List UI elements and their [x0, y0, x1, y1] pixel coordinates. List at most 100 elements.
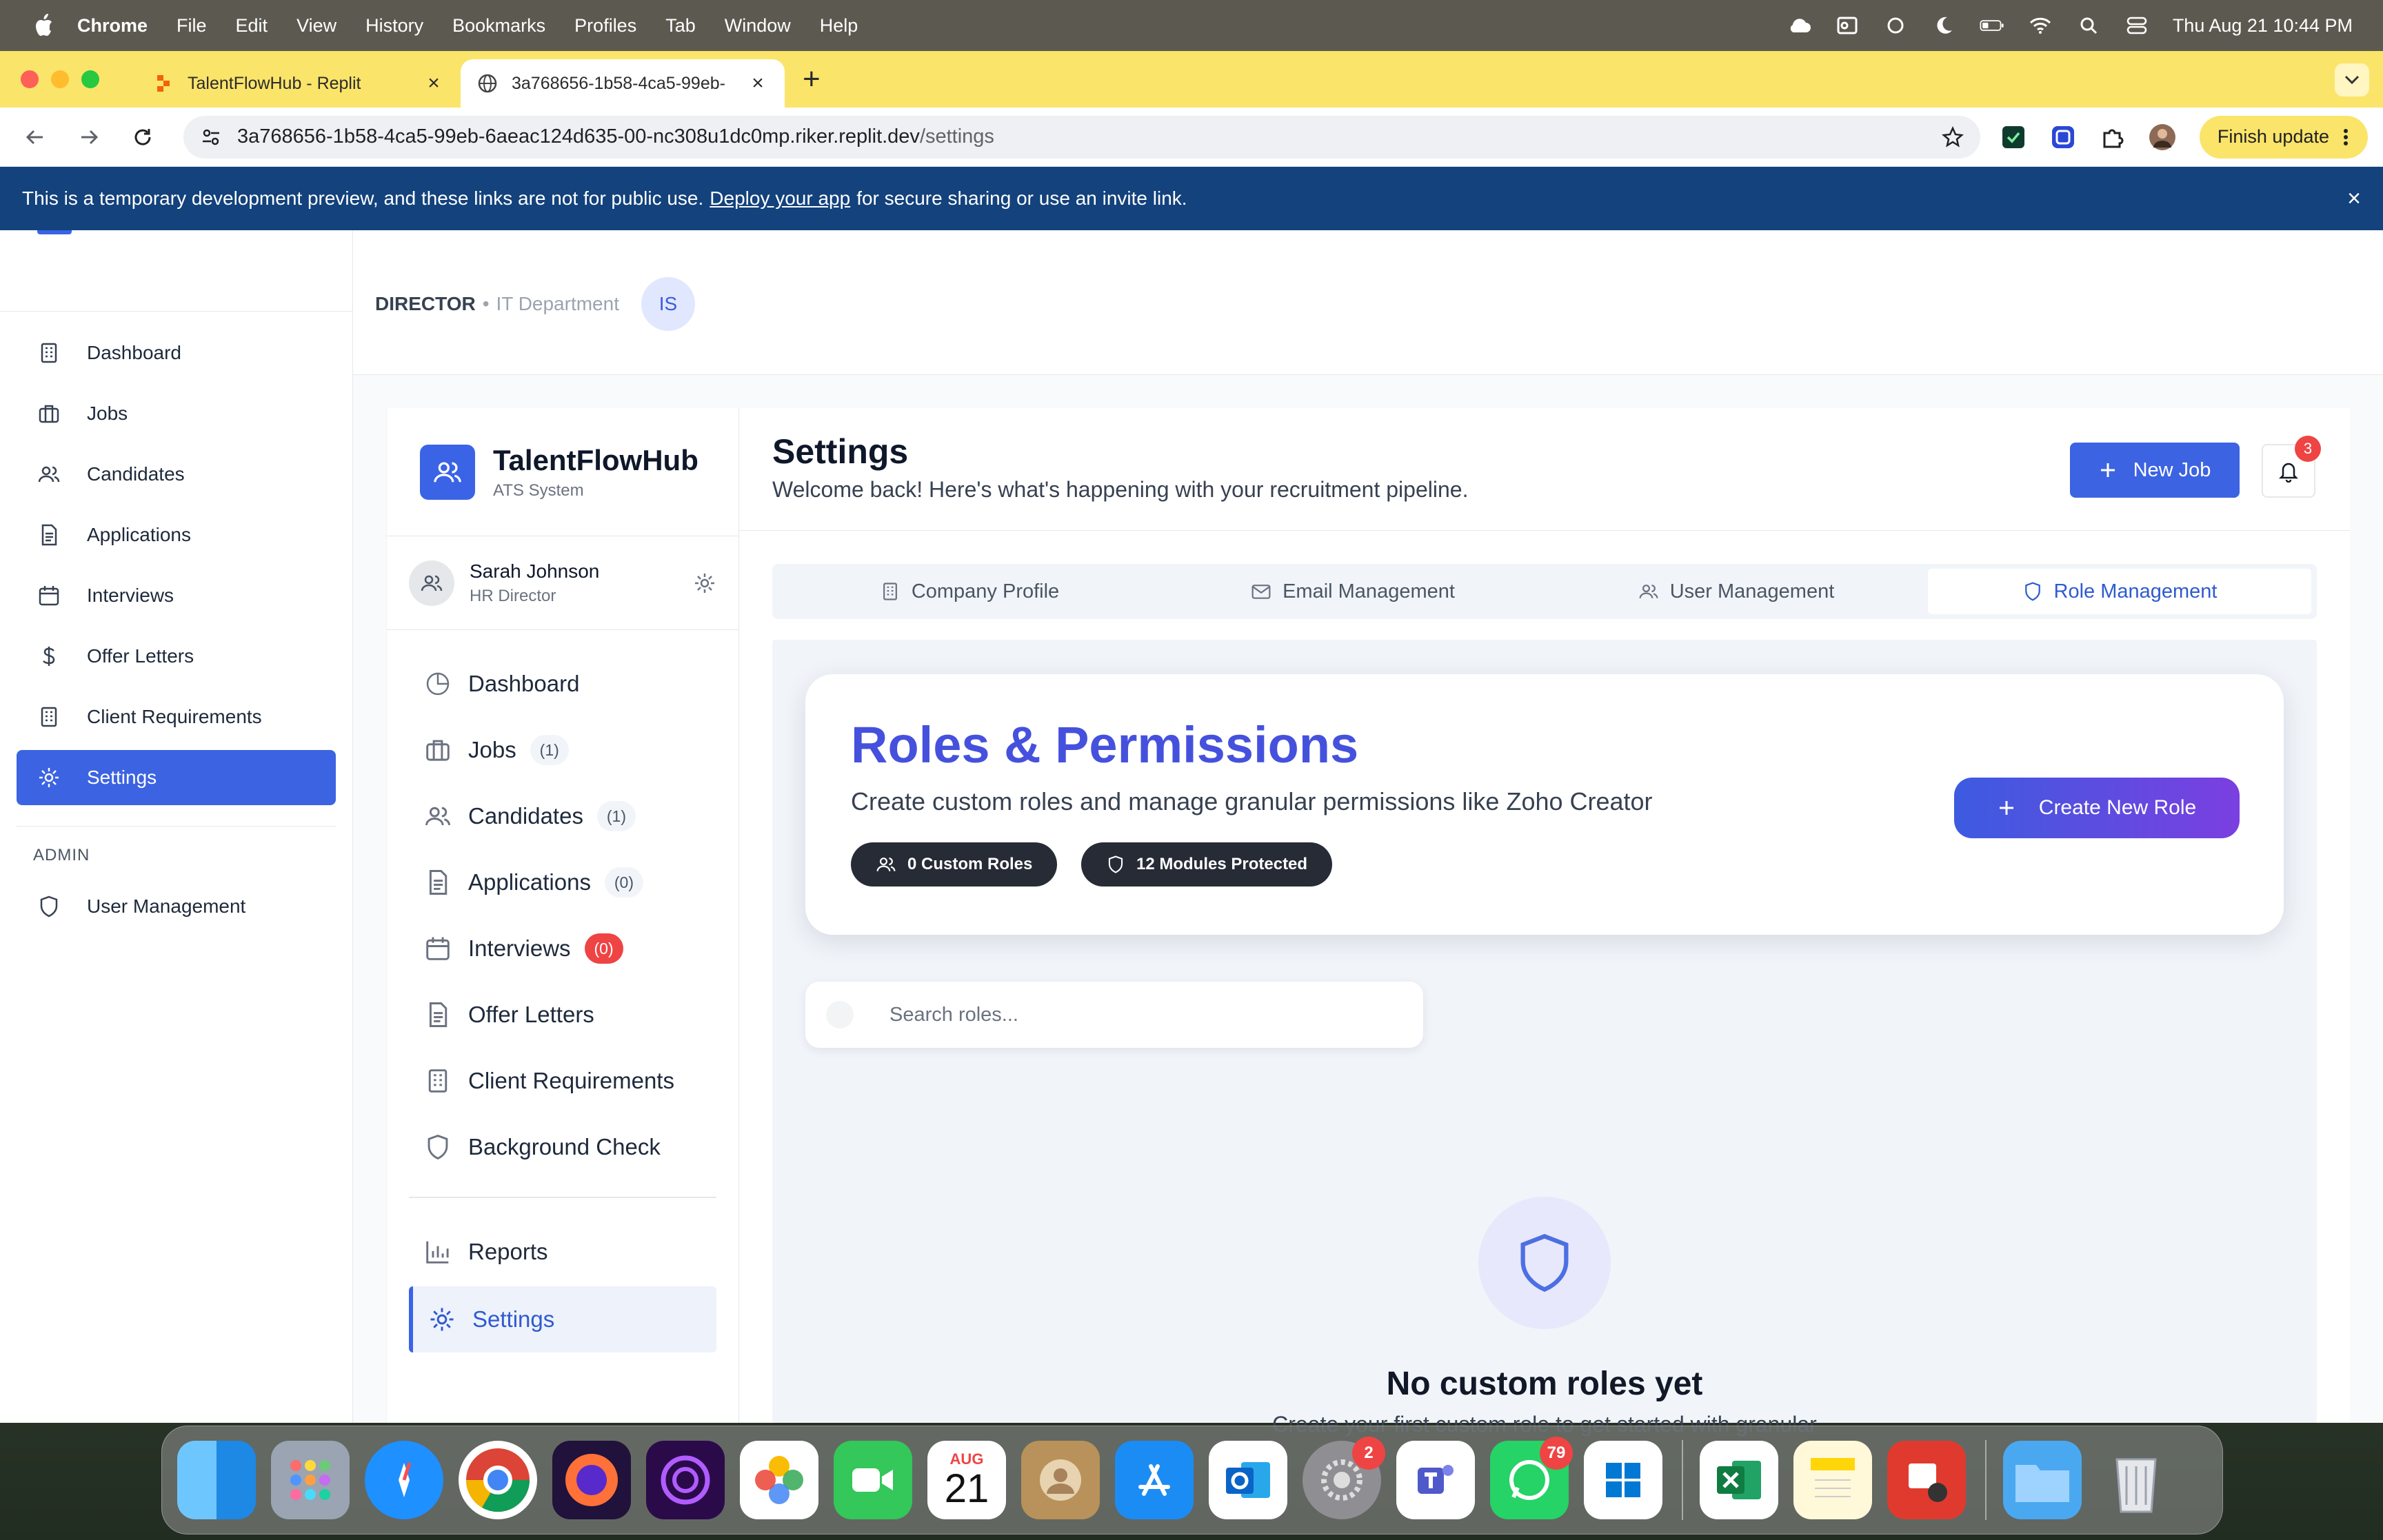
nav-item-label: Client Requirements	[468, 1068, 674, 1093]
close-tab-icon[interactable]: ×	[423, 72, 444, 95]
safari-app-icon[interactable]	[365, 1441, 443, 1519]
close-banner-icon[interactable]: ×	[2347, 185, 2361, 212]
tab-user-management[interactable]: User Management	[1545, 569, 1928, 614]
windows-app-icon[interactable]	[1584, 1441, 1662, 1519]
avatar[interactable]: IS	[641, 277, 695, 331]
maximize-window-button[interactable]	[81, 70, 99, 88]
nav-item-applications[interactable]: Applications (0)	[409, 849, 716, 915]
new-tab-button[interactable]: +	[803, 62, 821, 97]
menu-file[interactable]: File	[177, 15, 207, 37]
menu-tab[interactable]: Tab	[665, 15, 696, 37]
firefox-app-icon[interactable]	[552, 1441, 631, 1519]
browser-tab-preview[interactable]: 3a768656-1b58-4ca5-99eb- ×	[461, 59, 785, 108]
calendar-app-icon[interactable]: AUG 21	[927, 1441, 1006, 1519]
app-store-app-icon[interactable]	[1115, 1441, 1194, 1519]
notifications-button[interactable]: 3	[2262, 436, 2321, 498]
browser-tab-replit[interactable]: TalentFlowHub - Replit ×	[137, 59, 461, 108]
menu-help[interactable]: Help	[820, 15, 858, 37]
weather-icon[interactable]	[1883, 13, 1908, 38]
sidebar-item-candidates[interactable]: Candidates	[17, 447, 336, 502]
address-bar[interactable]: 3a768656-1b58-4ca5-99eb-6aeac124d635-00-…	[183, 115, 1980, 159]
outlook-app-icon[interactable]	[1209, 1441, 1287, 1519]
nav-item-settings[interactable]: Settings	[409, 1286, 716, 1352]
contacts-app-icon[interactable]	[1021, 1441, 1100, 1519]
sidebar-item-client-requirements[interactable]: Client Requirements	[17, 689, 336, 744]
search-roles-input[interactable]: Search roles...	[805, 982, 1423, 1048]
brand-logo[interactable]	[420, 444, 475, 500]
finish-update-button[interactable]: Finish update	[2199, 115, 2368, 159]
sidebar-item-user-management[interactable]: User Management	[17, 879, 336, 934]
minimize-window-button[interactable]	[51, 70, 69, 88]
sidebar-divider	[17, 826, 336, 827]
gear-icon[interactable]	[693, 571, 716, 595]
spotlight-search-icon[interactable]	[2076, 13, 2101, 38]
menu-chrome[interactable]: Chrome	[77, 15, 148, 37]
nav-item-interviews[interactable]: Interviews (0)	[409, 915, 716, 982]
new-job-button[interactable]: New Job	[2070, 443, 2240, 498]
downloads-folder-icon[interactable]	[2003, 1441, 2082, 1519]
finder-app-icon[interactable]	[177, 1441, 256, 1519]
battery-icon[interactable]	[1980, 13, 2004, 38]
launchpad-app-icon[interactable]	[271, 1441, 350, 1519]
banner-text: This is a temporary development preview,…	[22, 188, 704, 209]
trash-icon[interactable]	[2097, 1441, 2175, 1519]
deploy-app-link[interactable]: Deploy your app	[710, 188, 850, 210]
back-button[interactable]	[15, 117, 55, 157]
reload-button[interactable]	[123, 117, 163, 157]
system-settings-app-icon[interactable]: 2	[1303, 1437, 1385, 1519]
sidebar-item-interviews[interactable]: Interviews	[17, 568, 336, 623]
nav-item-offer-letters[interactable]: Offer Letters	[409, 982, 716, 1048]
chrome-app-icon[interactable]	[459, 1441, 537, 1519]
sidebar-item-applications[interactable]: Applications	[17, 507, 336, 563]
sidebar-item-dashboard[interactable]: Dashboard	[17, 325, 336, 381]
moon-icon[interactable]	[1931, 13, 1956, 38]
close-window-button[interactable]	[21, 70, 39, 88]
profile-avatar[interactable]	[2146, 121, 2179, 154]
close-tab-icon[interactable]: ×	[747, 72, 768, 95]
building-icon	[883, 582, 897, 600]
create-new-role-button[interactable]: Create New Role	[1954, 778, 2240, 838]
photo-booth-app-icon[interactable]	[1887, 1441, 1966, 1519]
sidebar-item-jobs[interactable]: Jobs	[17, 386, 336, 441]
nav-item-dashboard[interactable]: Dashboard	[409, 651, 716, 717]
tab-company-profile[interactable]: Company Profile	[778, 569, 1161, 614]
clock[interactable]: Thu Aug 21 10:44 PM	[2173, 15, 2353, 37]
photos-app-icon[interactable]	[740, 1441, 818, 1519]
nav-item-background-check[interactable]: Background Check	[409, 1114, 716, 1180]
nav-item-jobs[interactable]: Jobs (1)	[409, 717, 716, 783]
menu-edit[interactable]: Edit	[236, 15, 268, 37]
site-settings-icon[interactable]	[200, 126, 222, 148]
notes-app-icon[interactable]	[1793, 1441, 1872, 1519]
tab-email-management[interactable]: Email Management	[1161, 569, 1545, 614]
cloud-icon[interactable]	[1787, 13, 1811, 38]
avatar[interactable]	[409, 560, 454, 606]
whatsapp-app-icon[interactable]: 79	[1490, 1437, 1573, 1519]
outlook-status-icon[interactable]	[1835, 13, 1860, 38]
facetime-app-icon[interactable]	[834, 1441, 912, 1519]
bookmark-star-icon[interactable]	[1941, 125, 1964, 148]
puzzle-icon[interactable]	[2096, 121, 2129, 154]
nav-item-reports[interactable]: Reports	[409, 1219, 716, 1285]
nav-item-candidates[interactable]: Candidates (1)	[409, 783, 716, 849]
nav-item-client-requirements[interactable]: Client Requirements	[409, 1048, 716, 1114]
excel-app-icon[interactable]	[1700, 1441, 1778, 1519]
menu-profiles[interactable]: Profiles	[574, 15, 636, 37]
menu-history[interactable]: History	[365, 15, 423, 37]
tor-browser-app-icon[interactable]	[646, 1441, 725, 1519]
extension-icon[interactable]	[2047, 121, 2080, 154]
menu-view[interactable]: View	[296, 15, 336, 37]
calendar-icon	[39, 586, 59, 606]
apple-icon[interactable]	[30, 13, 57, 38]
sidebar-item-offer-letters[interactable]: Offer Letters	[17, 629, 336, 684]
tab-role-management[interactable]: Role Management	[1928, 569, 2311, 614]
control-center-icon[interactable]	[2124, 13, 2149, 38]
extension-icon[interactable]	[1997, 121, 2030, 154]
sidebar-item-settings[interactable]: Settings	[17, 750, 336, 805]
menu-bookmarks[interactable]: Bookmarks	[452, 15, 545, 37]
menu-window[interactable]: Window	[725, 15, 791, 37]
forward-button[interactable]	[69, 117, 109, 157]
user-department: IT Department	[496, 293, 619, 314]
tab-search-button[interactable]	[2335, 63, 2369, 97]
teams-app-icon[interactable]	[1396, 1441, 1475, 1519]
wifi-icon[interactable]	[2028, 13, 2053, 38]
